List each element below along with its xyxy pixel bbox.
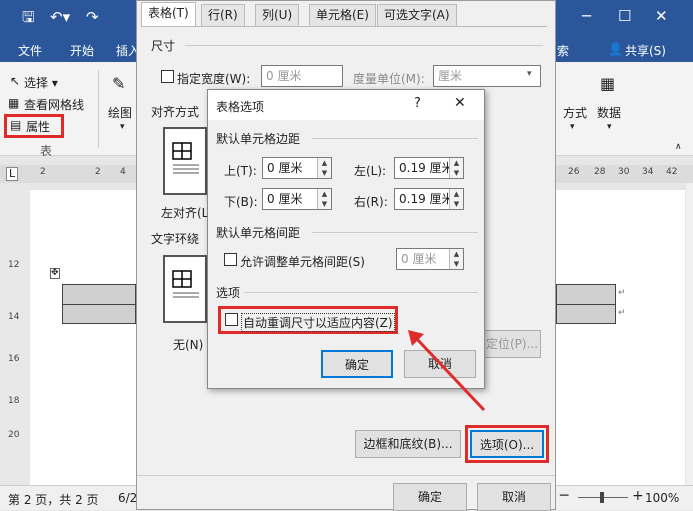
- arrow-shaft: [414, 336, 486, 412]
- annotation-arrow: [408, 330, 486, 412]
